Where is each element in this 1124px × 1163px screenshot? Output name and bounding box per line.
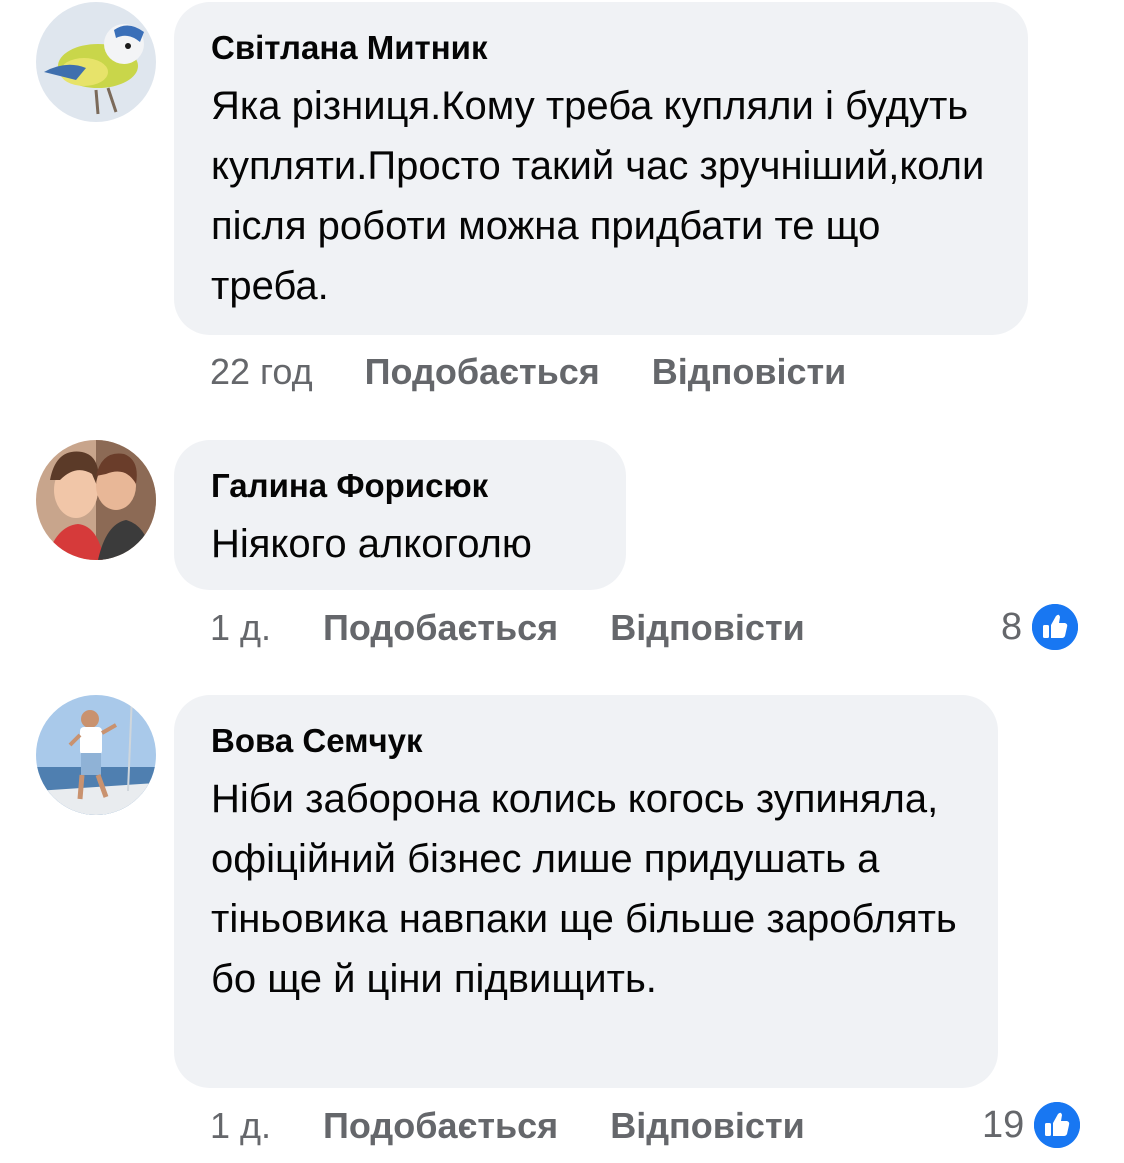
avatar[interactable]	[36, 2, 156, 122]
like-button[interactable]: Подобається	[365, 352, 600, 392]
comment-timestamp[interactable]: 22 год	[210, 352, 313, 392]
reaction-count: 8	[1001, 605, 1023, 648]
comment-timestamp[interactable]: 1 д.	[210, 1106, 271, 1146]
like-thumbs-up-icon	[1032, 604, 1079, 650]
like-thumbs-up-icon	[1034, 1102, 1081, 1148]
comment-actions: 1 д. Подобається Відповісти	[210, 608, 805, 648]
comment-author[interactable]: Вова Семчук	[211, 721, 960, 761]
comment-text: Ніби заборона колись когось зупиняла, оф…	[211, 777, 957, 1001]
comment-bubble: Світлана Митник Яка різниця.Кому треба к…	[174, 2, 1028, 335]
like-button[interactable]: Подобається	[323, 1106, 558, 1146]
comments-thread: Світлана Митник Яка різниця.Кому треба к…	[0, 0, 1124, 1163]
reaction-summary[interactable]: 19	[982, 1101, 1081, 1149]
comment-author[interactable]: Світлана Митник	[211, 28, 990, 68]
comment-actions: 22 год Подобається Відповісти	[210, 352, 846, 392]
comment-timestamp[interactable]: 1 д.	[210, 608, 271, 648]
reaction-count: 19	[982, 1103, 1025, 1146]
avatar-two-people-photo	[36, 440, 156, 560]
comment-actions: 1 д. Подобається Відповісти	[210, 1106, 805, 1146]
comment-text: Яка різниця.Кому треба купляли і будуть …	[211, 84, 985, 308]
reaction-summary[interactable]: 8	[1001, 603, 1079, 651]
comment-bubble: Вова Семчук Ніби заборона колись когось …	[174, 695, 998, 1088]
like-button[interactable]: Подобається	[323, 608, 558, 648]
comment-bubble: Галина Форисюк Ніякого алкоголю	[174, 440, 626, 590]
reply-button[interactable]: Відповісти	[610, 1106, 805, 1146]
avatar-man-on-boat-photo	[36, 695, 156, 815]
comment-text: Ніякого алкоголю	[211, 522, 532, 566]
comment-author[interactable]: Галина Форисюк	[211, 466, 588, 506]
avatar[interactable]	[36, 695, 156, 815]
reply-button[interactable]: Відповісти	[652, 352, 847, 392]
reply-button[interactable]: Відповісти	[610, 608, 805, 648]
avatar[interactable]	[36, 440, 156, 560]
avatar-bird-photo	[36, 2, 156, 122]
